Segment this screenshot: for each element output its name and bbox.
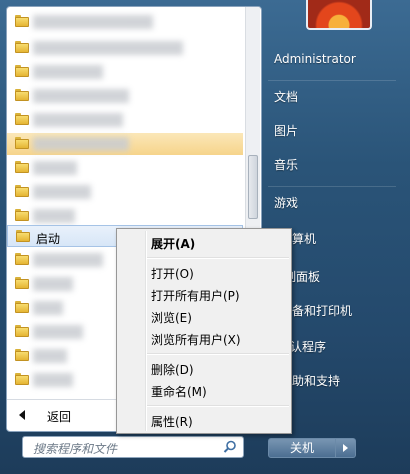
- start-menu: 启动 返回 搜索程序和文件 Administrator 文档 图片 音乐 游戏 算机 制面板…: [0, 0, 410, 474]
- context-menu-separator: [147, 257, 289, 259]
- folder-icon: [15, 253, 29, 265]
- obscured-text: [33, 349, 67, 363]
- program-item[interactable]: [7, 37, 243, 59]
- computer-link[interactable]: 算机: [292, 230, 316, 247]
- program-item[interactable]: [7, 109, 243, 131]
- program-item[interactable]: [7, 205, 243, 227]
- context-menu-item[interactable]: 重命名(M): [151, 383, 207, 400]
- context-menu-item[interactable]: 打开(O): [151, 265, 194, 282]
- folder-icon: [15, 277, 29, 289]
- folder-icon: [15, 209, 29, 221]
- back-label: 返回: [47, 410, 72, 424]
- folder-icon: [15, 41, 29, 53]
- folder-icon: [15, 15, 29, 27]
- obscured-text: [33, 277, 73, 291]
- user-name[interactable]: Administrator: [274, 52, 356, 66]
- obscured-text: [33, 253, 103, 267]
- context-menu-separator: [147, 405, 289, 407]
- folder-icon: [15, 301, 29, 313]
- shutdown-options-button[interactable]: [336, 438, 356, 458]
- obscured-text: [33, 137, 129, 151]
- context-menu-item[interactable]: 属性(R): [151, 413, 193, 430]
- folder-icon: [15, 325, 29, 337]
- program-item[interactable]: [7, 133, 243, 155]
- folder-icon: [15, 349, 29, 361]
- program-item[interactable]: [7, 85, 243, 107]
- help-support-link[interactable]: 助和支持: [292, 372, 340, 389]
- right-pane-separator: [268, 186, 396, 187]
- search-icon[interactable]: [223, 440, 237, 454]
- back-arrow-icon: [19, 410, 25, 420]
- folder-icon: [15, 113, 29, 125]
- obscured-text: [33, 41, 183, 55]
- program-item[interactable]: [7, 11, 243, 33]
- folder-icon: [15, 137, 29, 149]
- program-item-label: 启动: [36, 232, 61, 246]
- obscured-text: [33, 89, 129, 103]
- context-menu-item[interactable]: 打开所有用户(P): [151, 287, 240, 304]
- obscured-text: [33, 209, 75, 223]
- obscured-text: [33, 301, 63, 315]
- user-avatar[interactable]: [306, 0, 372, 30]
- folder-icon: [15, 161, 29, 173]
- folder-icon: [15, 89, 29, 101]
- context-menu-item[interactable]: 展开(A): [151, 235, 195, 252]
- devices-printers-link[interactable]: 备和打印机: [292, 302, 352, 319]
- program-item[interactable]: [7, 157, 243, 179]
- context-menu: 展开(A) 打开(O) 打开所有用户(P) 浏览(E) 浏览所有用户(X) 删除(D) 重命…: [116, 228, 292, 434]
- context-menu-item[interactable]: 删除(D): [151, 361, 194, 378]
- obscured-text: [33, 113, 123, 127]
- folder-icon: [16, 230, 30, 242]
- search-placeholder: 搜索程序和文件: [33, 442, 118, 456]
- obscured-text: [33, 185, 91, 199]
- shutdown-button[interactable]: 关机: [268, 438, 336, 458]
- obscured-text: [33, 65, 103, 79]
- music-link[interactable]: 音乐: [274, 156, 298, 173]
- program-item[interactable]: [7, 181, 243, 203]
- context-menu-separator: [147, 353, 289, 355]
- documents-link[interactable]: 文档: [274, 88, 298, 105]
- games-link[interactable]: 游戏: [274, 194, 298, 211]
- right-pane-separator: [268, 80, 396, 81]
- program-item[interactable]: [7, 61, 243, 83]
- folder-icon: [15, 65, 29, 77]
- obscured-text: [33, 325, 83, 339]
- obscured-text: [33, 161, 77, 175]
- obscured-text: [33, 15, 153, 29]
- context-menu-gutter: [145, 231, 147, 431]
- context-menu-item[interactable]: 浏览(E): [151, 309, 192, 326]
- obscured-text: [33, 373, 73, 387]
- folder-icon: [15, 185, 29, 197]
- pictures-link[interactable]: 图片: [274, 122, 298, 139]
- folder-icon: [15, 373, 29, 385]
- context-menu-item[interactable]: 浏览所有用户(X): [151, 331, 241, 348]
- default-programs-link[interactable]: 认程序: [290, 338, 326, 355]
- search-input[interactable]: 搜索程序和文件: [22, 436, 244, 458]
- scrollbar-thumb[interactable]: [248, 155, 258, 219]
